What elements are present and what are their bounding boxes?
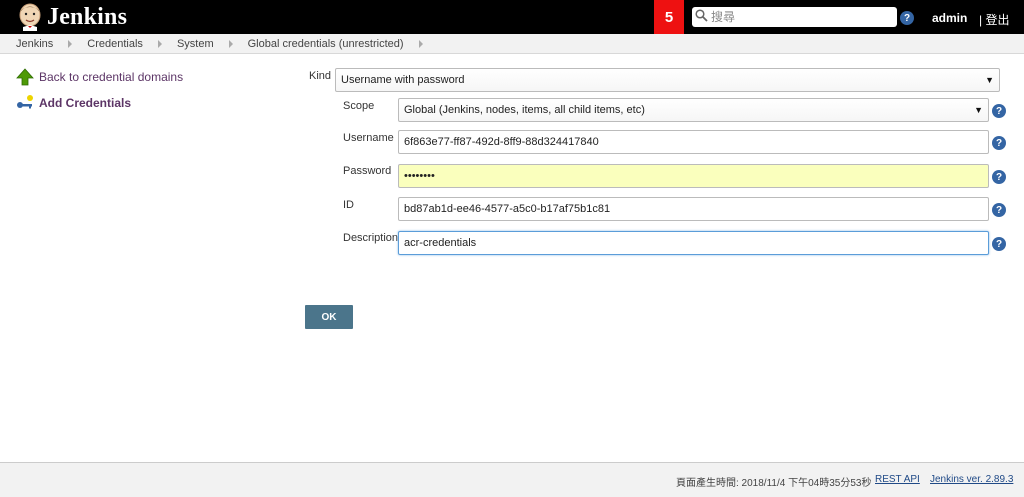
breadcrumb: Jenkins Credentials System Global creden…: [0, 34, 1024, 54]
dropdown-arrow-icon: ▼: [974, 105, 983, 115]
scope-select[interactable]: Global (Jenkins, nodes, items, all child…: [398, 98, 989, 122]
breadcrumb-credentials[interactable]: Credentials: [87, 38, 143, 50]
help-icon[interactable]: ?: [900, 11, 914, 25]
chevron-right-icon[interactable]: [418, 39, 423, 48]
user-link[interactable]: admin: [932, 11, 967, 25]
username-help-icon[interactable]: ?: [992, 136, 1006, 150]
username-field[interactable]: 6f863e77-ff87-492d-8ff9-88d324417840: [398, 130, 989, 154]
scope-selected-value: Global (Jenkins, nodes, items, all child…: [404, 104, 645, 116]
sidebar-item-back[interactable]: Back to credential domains: [16, 68, 183, 86]
description-label: Description: [343, 232, 399, 244]
scope-label: Scope: [343, 100, 375, 112]
chevron-right-icon[interactable]: [68, 39, 73, 48]
sidebar-item-label: Back to credential domains: [39, 70, 184, 84]
jenkins-version-link[interactable]: Jenkins ver. 2.89.3: [930, 474, 1013, 485]
sidebar-item-label: Add Credentials: [39, 96, 132, 110]
description-help-icon[interactable]: ?: [992, 237, 1006, 251]
id-field[interactable]: bd87ab1d-ee46-4577-a5c0-b17af75b1c81: [398, 197, 989, 221]
chevron-right-icon[interactable]: [228, 39, 233, 48]
id-help-icon[interactable]: ?: [992, 203, 1006, 217]
id-label: ID: [343, 199, 354, 211]
scope-help-icon[interactable]: ?: [992, 104, 1006, 118]
search-input[interactable]: [711, 10, 891, 24]
logout-link[interactable]: | 登出: [979, 11, 1009, 28]
search-box: [692, 7, 897, 27]
app-title: Jenkins: [47, 3, 128, 30]
top-header: Jenkins 5 ? admin | 登出: [0, 0, 1024, 34]
password-field[interactable]: ••••••••: [398, 164, 989, 188]
breadcrumb-global-credentials[interactable]: Global credentials (unrestricted): [248, 38, 404, 50]
jenkins-logo[interactable]: Jenkins: [17, 0, 127, 34]
footer: 頁面產生時間: 2018/11/4 下午04時35分53秒 REST API J…: [0, 462, 1024, 497]
breadcrumb-system[interactable]: System: [177, 38, 214, 50]
password-label: Password: [343, 165, 392, 177]
chevron-right-icon[interactable]: [157, 39, 162, 48]
dropdown-arrow-icon: ▼: [985, 75, 994, 85]
password-help-icon[interactable]: ?: [992, 170, 1006, 184]
kind-select[interactable]: Username with password ▼: [335, 68, 1000, 92]
kind-selected-value: Username with password: [341, 74, 465, 86]
notification-badge[interactable]: 5: [654, 0, 684, 34]
page-generated-time: 頁面產生時間: 2018/11/4 下午04時35分53秒: [676, 478, 872, 489]
username-label: Username: [343, 132, 394, 144]
search-icon: [695, 9, 708, 25]
ok-button[interactable]: OK: [305, 305, 353, 329]
up-arrow-icon: [16, 68, 34, 86]
kind-label: Kind: [309, 70, 332, 82]
jenkins-butler-icon: [17, 3, 43, 31]
rest-api-link[interactable]: REST API: [875, 474, 920, 485]
breadcrumb-jenkins[interactable]: Jenkins: [16, 38, 53, 50]
sidebar-item-add-credentials[interactable]: Add Credentials: [16, 94, 131, 112]
description-field[interactable]: acr-credentials: [398, 231, 989, 255]
key-icon: [16, 94, 34, 112]
